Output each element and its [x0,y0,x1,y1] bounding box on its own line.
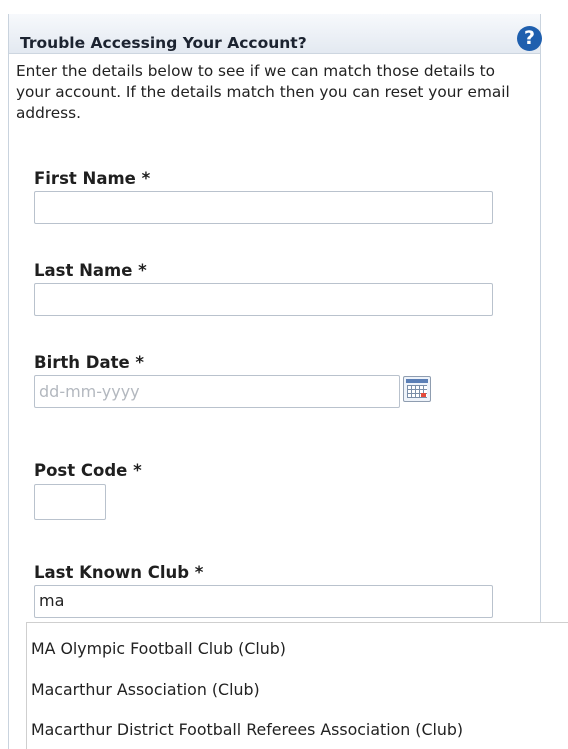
birth-date-input[interactable]: dd-mm-yyyy [34,375,400,408]
suggestion-item[interactable]: Macarthur District Football Referees Ass… [31,720,463,739]
first-name-input[interactable] [34,191,493,224]
last-known-club-label: Last Known Club * [34,563,204,582]
suggestion-item[interactable]: MA Olympic Football Club (Club) [31,639,286,658]
calendar-icon-mark [421,393,426,397]
suggestion-item[interactable]: Macarthur Association (Club) [31,680,260,699]
intro-text: Enter the details below to see if we can… [16,62,510,122]
last-known-club-input[interactable]: ma [34,585,493,618]
birth-date-label: Birth Date * [34,353,145,372]
last-name-input[interactable] [34,283,493,316]
post-code-input[interactable] [34,484,106,520]
calendar-icon[interactable] [403,376,431,402]
help-icon[interactable]: ? [517,26,542,51]
last-name-label: Last Name * [34,261,147,280]
club-suggestions-dropdown: MA Olympic Football Club (Club) Macarthu… [26,622,568,749]
post-code-label: Post Code * [34,461,142,480]
panel-title: Trouble Accessing Your Account? [20,34,307,52]
calendar-icon-header [406,379,428,383]
first-name-label: First Name * [34,169,151,188]
panel-header: Trouble Accessing Your Account? ? [9,14,542,54]
